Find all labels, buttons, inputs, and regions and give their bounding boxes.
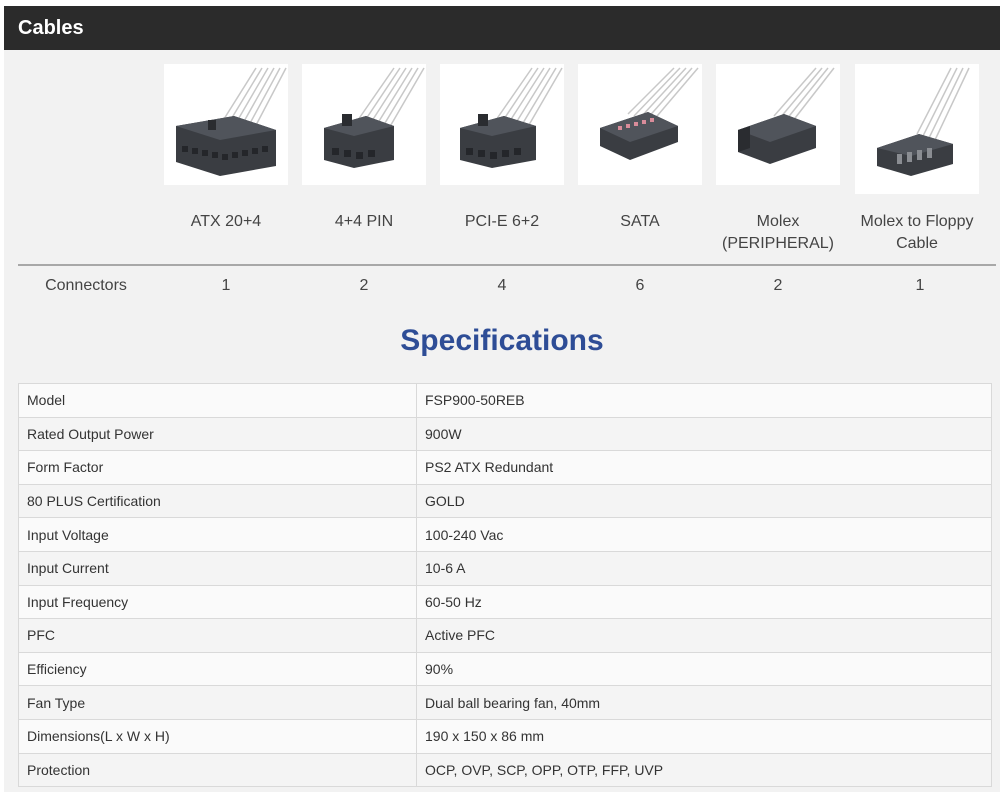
spec-value: PS2 ATX Redundant bbox=[416, 450, 992, 485]
atx-connector-icon bbox=[164, 64, 288, 185]
cable-name: Molex to Floppy Cable bbox=[860, 213, 974, 252]
cable-name: SATA bbox=[620, 213, 660, 230]
spec-label: 80 PLUS Certification bbox=[18, 483, 417, 519]
cables-section: ATX 20+4 4+4 PIN PCI-E 6+2 SATA Molex (P… bbox=[4, 50, 1000, 308]
spec-label: Form Factor bbox=[18, 450, 417, 485]
spec-value: 90% bbox=[416, 651, 992, 687]
table-row: Model FSP900-50REB bbox=[18, 383, 992, 418]
cable-card: PCI-E 6+2 bbox=[440, 64, 564, 233]
spec-label: Protection bbox=[18, 752, 417, 788]
spec-label: Input Voltage bbox=[18, 517, 417, 552]
table-row: Efficiency 90% bbox=[18, 651, 992, 687]
spec-value: 10-6 A bbox=[416, 550, 992, 586]
spec-value: FSP900-50REB bbox=[416, 383, 992, 418]
eps-connector-icon bbox=[302, 64, 426, 185]
pcie-connector-icon bbox=[440, 64, 564, 185]
spec-label: Dimensions(L x W x H) bbox=[18, 718, 417, 754]
cable-card: Molex (PERIPHERAL) bbox=[716, 64, 840, 255]
cable-name: PCI-E 6+2 bbox=[464, 213, 540, 230]
spec-label: PFC bbox=[18, 618, 417, 653]
spec-value: Dual ball bearing fan, 40mm bbox=[416, 685, 992, 720]
spec-value: 190 x 150 x 86 mm bbox=[416, 718, 992, 754]
spec-value: 100-240 Vac bbox=[416, 517, 992, 552]
cable-card: 4+4 PIN bbox=[302, 64, 426, 233]
cable-name: 4+4 PIN bbox=[334, 213, 394, 230]
spec-label: Efficiency bbox=[18, 651, 417, 687]
connector-count: 2 bbox=[773, 277, 783, 294]
table-row: Input Voltage 100-240 Vac bbox=[18, 517, 992, 552]
spec-label: Fan Type bbox=[18, 685, 417, 720]
molex-connector-icon bbox=[716, 64, 840, 185]
cable-card: SATA bbox=[578, 64, 702, 233]
table-row: Protection OCP, OVP, SCP, OPP, OTP, FFP, … bbox=[18, 752, 992, 788]
table-row: Form Factor PS2 ATX Redundant bbox=[18, 450, 992, 485]
cable-card: Molex to Floppy Cable bbox=[855, 64, 979, 255]
spec-value: GOLD bbox=[416, 483, 992, 519]
connector-count: 1 bbox=[915, 277, 925, 294]
spec-value: Active PFC bbox=[416, 618, 992, 653]
table-row: Input Current 10-6 A bbox=[18, 550, 992, 586]
table-row: Input Frequency 60-50 Hz bbox=[18, 584, 992, 620]
cables-title: Cables bbox=[18, 17, 84, 39]
connector-count: 1 bbox=[221, 277, 231, 294]
connector-count: 4 bbox=[497, 277, 507, 294]
spec-value: 60-50 Hz bbox=[416, 584, 992, 620]
spec-label: Rated Output Power bbox=[18, 416, 417, 452]
table-row: Rated Output Power 900W bbox=[18, 416, 992, 452]
connector-count: 2 bbox=[359, 277, 369, 294]
floppy-connector-icon bbox=[855, 64, 979, 194]
spec-label: Input Current bbox=[18, 550, 417, 586]
page: Cables ATX 20+4 4+4 PIN PCI-E 6+2 SATA M… bbox=[4, 6, 1000, 792]
table-row: 80 PLUS Certification GOLD bbox=[18, 483, 992, 519]
spec-label: Model bbox=[18, 383, 417, 418]
spec-value: 900W bbox=[416, 416, 992, 452]
cable-name: ATX 20+4 bbox=[190, 213, 262, 230]
cable-card: ATX 20+4 bbox=[164, 64, 288, 233]
cable-name: Molex (PERIPHERAL) bbox=[721, 213, 835, 252]
spec-label: Input Frequency bbox=[18, 584, 417, 620]
table-row: Dimensions(L x W x H) 190 x 150 x 86 mm bbox=[18, 718, 992, 754]
specifications-table: Model FSP900-50REB Rated Output Power 900W… bbox=[18, 383, 992, 788]
connectors-label: Connectors bbox=[45, 277, 127, 294]
divider bbox=[18, 264, 996, 266]
spec-value: OCP, OVP, SCP, OPP, OTP, FFP, UVP bbox=[416, 752, 992, 788]
cables-header: Cables bbox=[4, 6, 1000, 50]
sata-connector-icon bbox=[578, 64, 702, 185]
table-row: Fan Type Dual ball bearing fan, 40mm bbox=[18, 685, 992, 720]
connector-count: 6 bbox=[635, 277, 645, 294]
specifications-title: Specifications bbox=[400, 324, 604, 357]
table-row: PFC Active PFC bbox=[18, 618, 992, 653]
